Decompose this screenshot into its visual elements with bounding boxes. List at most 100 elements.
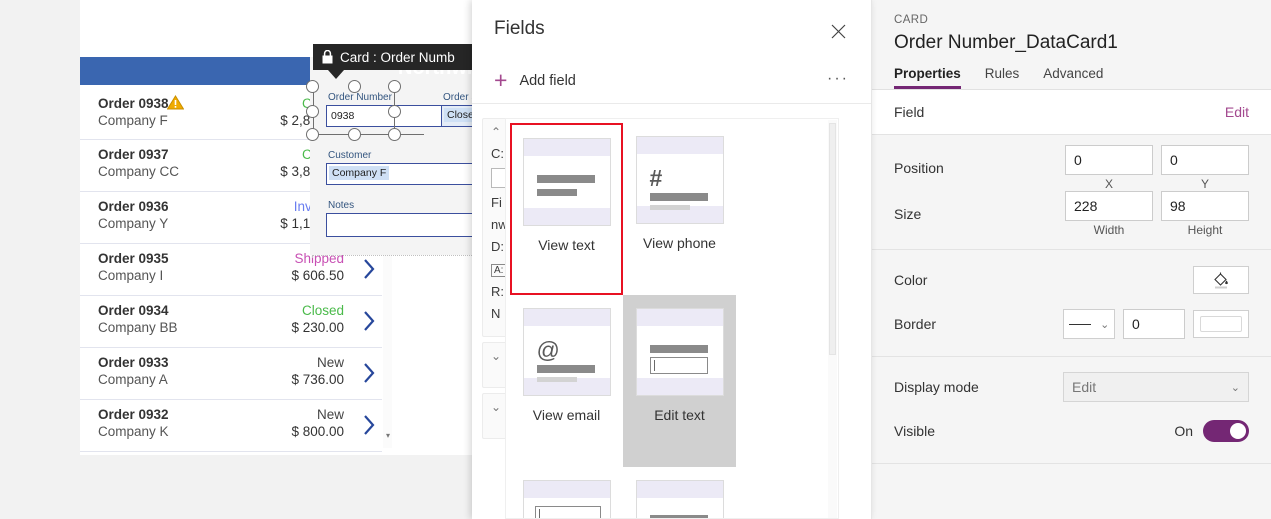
properties-control-name: Order Number_DataCard1 xyxy=(894,32,1118,53)
tab-properties[interactable]: Properties xyxy=(894,66,961,89)
order-company: Company F xyxy=(98,113,168,128)
order-company: Company I xyxy=(98,268,164,283)
visible-toggle[interactable] xyxy=(1203,420,1249,442)
tab-rules[interactable]: Rules xyxy=(985,66,1020,89)
position-x-sublabel: X xyxy=(1104,177,1113,191)
visible-row: Visible On xyxy=(872,409,1271,453)
tooltip-arrow xyxy=(328,70,344,79)
resize-handle-tc[interactable] xyxy=(348,80,361,93)
hash-icon: # xyxy=(649,165,663,191)
size-width-sublabel: Width xyxy=(1093,223,1125,237)
order-amount: $ 800.00 xyxy=(291,424,344,439)
chevron-right-icon[interactable] xyxy=(363,310,376,332)
fields-panel-title: Fields xyxy=(494,18,545,39)
display-mode-value: Edit xyxy=(1072,379,1097,395)
resize-handle-tr[interactable] xyxy=(388,80,401,93)
order-number-value: 0938 xyxy=(331,110,355,122)
resize-handle-tl[interactable] xyxy=(306,80,319,93)
position-x-input[interactable]: 0 xyxy=(1065,145,1153,175)
order-status: Closed xyxy=(301,303,344,318)
chevron-down-icon: ⌄ xyxy=(1230,381,1240,394)
order-company: Company CC xyxy=(98,164,180,179)
display-mode-select[interactable]: Edit ⌄ xyxy=(1063,372,1249,402)
warning-icon xyxy=(166,95,184,110)
visible-state-label: On xyxy=(1174,423,1193,439)
chooser-scrollbar-thumb[interactable] xyxy=(829,123,836,355)
resize-handle-bc[interactable] xyxy=(348,128,361,141)
control-label: View email xyxy=(532,407,601,423)
customer-label: Customer xyxy=(328,150,372,161)
order-id: Order 0938 xyxy=(98,95,184,111)
control-option-view-phone[interactable]: # View phone xyxy=(623,123,736,295)
edit-multiline-thumbnail xyxy=(522,480,611,518)
size-height-sublabel: Height xyxy=(1187,223,1223,237)
paint-bucket-icon[interactable] xyxy=(1193,266,1249,294)
border-color-swatch[interactable] xyxy=(1193,310,1249,338)
order-number-label: Order Number xyxy=(328,92,392,103)
fields-panel: Fields + Add field ··· ⌃ C: Fi nw D: A: … xyxy=(472,0,872,519)
canvas-area[interactable]: Northwind Or Order 0938ClosedCompany F$ … xyxy=(0,0,472,519)
order-status-label: Order S xyxy=(443,92,472,103)
gallery-row[interactable]: Order 0934 Closed Company BB $ 230.00 xyxy=(80,296,382,348)
gallery-row[interactable]: Order 0933 New Company A $ 736.00 xyxy=(80,348,382,400)
customer-value: Company F xyxy=(329,166,390,180)
view-phone-thumbnail: # xyxy=(635,136,724,224)
border-label: Border xyxy=(894,316,937,332)
control-option-edit-text[interactable]: Edit text xyxy=(623,295,736,467)
control-option-view-text[interactable]: View text xyxy=(510,123,623,295)
notes-label: Notes xyxy=(328,200,355,211)
order-amount: $ 736.00 xyxy=(291,372,344,387)
solid-line-icon xyxy=(1068,323,1091,325)
order-company: Company Y xyxy=(98,216,169,231)
order-id: Order 0934 xyxy=(98,303,169,318)
chevron-right-icon[interactable] xyxy=(363,362,376,384)
view-email-thumbnail: @ xyxy=(522,308,611,396)
close-icon[interactable] xyxy=(825,18,851,44)
control-option-edit-multiline-text[interactable]: Edit multi-line text xyxy=(510,467,623,518)
resize-handle-ml[interactable] xyxy=(306,105,319,118)
border-width-input[interactable]: 0 xyxy=(1123,309,1185,339)
lock-icon xyxy=(322,50,333,64)
size-row: Size 228 Width 98 Height xyxy=(872,191,1271,237)
order-id: Order 0937 xyxy=(98,147,169,162)
position-row: Position 0 X 0 Y xyxy=(872,145,1271,191)
color-row: Color xyxy=(872,258,1271,302)
edit-text-thumbnail xyxy=(635,308,724,396)
tab-advanced[interactable]: Advanced xyxy=(1043,66,1103,89)
size-width-input[interactable]: 228 xyxy=(1065,191,1153,221)
form-boundary-dotted xyxy=(312,255,472,257)
position-y-sublabel: Y xyxy=(1200,177,1209,191)
ellipsis-icon[interactable]: ··· xyxy=(827,70,849,88)
field-edit-link[interactable]: Edit xyxy=(1225,104,1249,120)
color-label: Color xyxy=(894,272,928,288)
fields-panel-header: Fields xyxy=(472,0,871,58)
control-type-chooser: View text # View phone @ View email Edit… xyxy=(505,118,839,519)
field-label: Field xyxy=(894,104,925,120)
resize-handle-bl[interactable] xyxy=(306,128,319,141)
position-y-input[interactable]: 0 xyxy=(1161,145,1249,175)
border-style-dropdown[interactable]: ⌄ xyxy=(1063,309,1115,339)
gallery-row[interactable]: Order 0932 New Company K $ 800.00 xyxy=(80,400,382,452)
notes-input[interactable] xyxy=(326,213,472,237)
order-id: Order 0933 xyxy=(98,355,169,370)
display-mode-label: Display mode xyxy=(894,379,979,395)
order-id: Order 0932 xyxy=(98,407,169,422)
control-option-view-email[interactable]: @ View email xyxy=(510,295,623,467)
resize-handle-mr[interactable] xyxy=(388,105,401,118)
properties-header: CARD Order Number_DataCard1 xyxy=(872,0,1271,54)
tooltip-text: Card : Order Numb xyxy=(340,49,455,65)
form-edit-area[interactable]: Order Number 0938 Order S Closed Custome… xyxy=(306,57,472,255)
add-field-row[interactable]: + Add field ··· xyxy=(472,58,871,104)
field-row: Field Edit xyxy=(872,90,1271,134)
gallery-scroll-down-icon[interactable]: ▾ xyxy=(384,432,392,440)
order-company: Company BB xyxy=(98,320,178,335)
chevron-right-icon[interactable] xyxy=(363,258,376,280)
size-height-input[interactable]: 98 xyxy=(1161,191,1249,221)
resize-handle-br[interactable] xyxy=(388,128,401,141)
order-id: Order 0935 xyxy=(98,251,169,266)
order-amount: $ 606.50 xyxy=(291,268,344,283)
order-company: Company K xyxy=(98,424,169,439)
control-option-allowed-values[interactable]: ⌄ Allowed values xyxy=(623,467,736,518)
chevron-right-icon[interactable] xyxy=(363,414,376,436)
plus-icon: + xyxy=(494,67,508,93)
